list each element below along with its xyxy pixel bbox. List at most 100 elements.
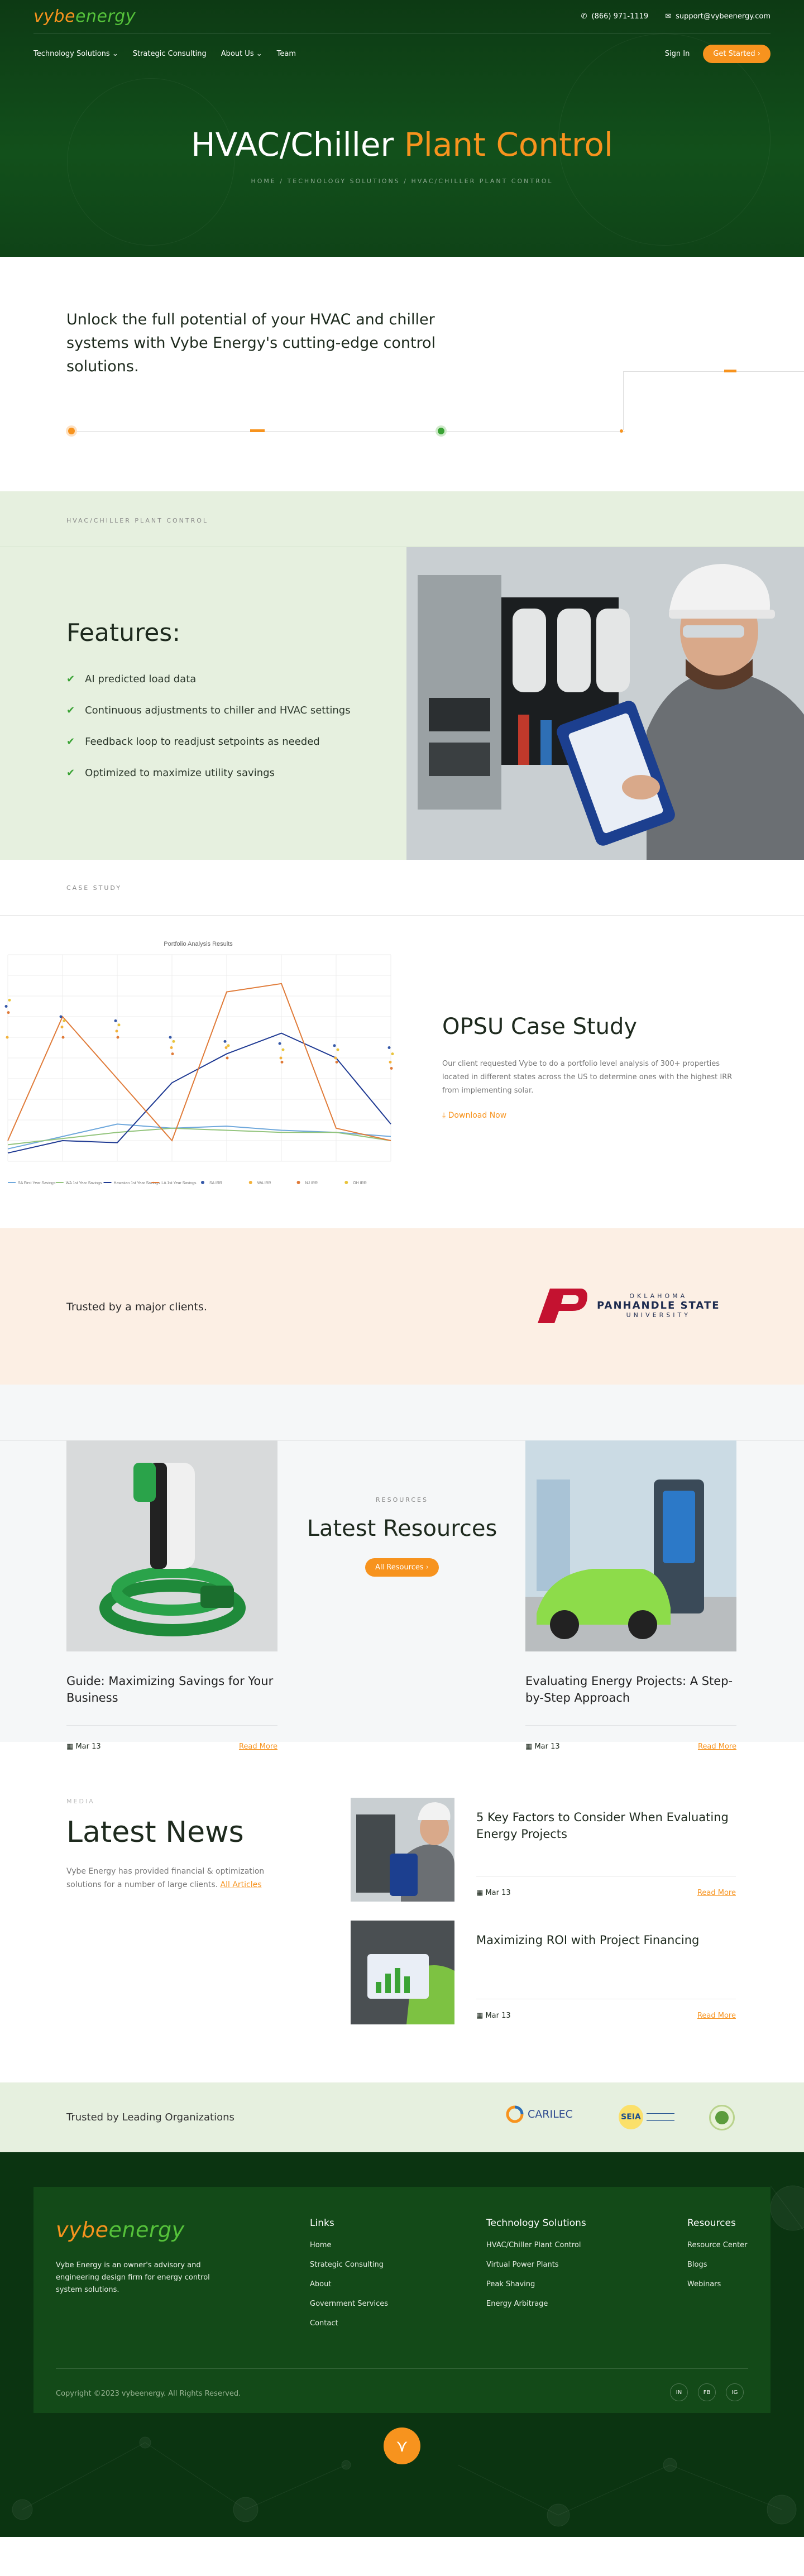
scatter-point xyxy=(59,1015,63,1018)
title-white: HVAC/Chiller xyxy=(190,126,394,164)
news-item[interactable]: Maximizing ROI with Project Financing ▦ … xyxy=(351,1921,736,2024)
features-panel: Features: ✔ AI predicted load data ✔ Conti… xyxy=(0,547,406,860)
copyright: Copyright ©2023 vybeenergy. All Rights R… xyxy=(56,2390,241,2398)
news-item[interactable]: 5 Key Factors to Consider When Evaluatin… xyxy=(351,1798,736,1902)
sign-in-link[interactable]: Sign In xyxy=(665,50,690,58)
news-title: Latest News xyxy=(66,1816,244,1849)
case-study-header: CASE STUDY xyxy=(0,860,804,916)
footer-link-about[interactable]: About xyxy=(310,2280,388,2288)
read-more-link[interactable]: Read More xyxy=(697,1889,736,1897)
intro-section: Unlock the full potential of your HVAC a… xyxy=(0,257,804,491)
opsu-line3: UNIVERSITY xyxy=(626,1311,691,1319)
footer-link-home[interactable]: Home xyxy=(310,2241,388,2249)
footer-link-energy-arbitrage[interactable]: Energy Arbitrage xyxy=(486,2300,586,2308)
opsu-logo: OKLAHOMA PANHANDLE STATE UNIVERSITY xyxy=(533,1285,720,1325)
scatter-point xyxy=(116,1036,119,1039)
trusted-client-section: Trusted by a major clients. OKLAHOMA PAN… xyxy=(0,1228,804,1385)
ev-charger-cable-illustration xyxy=(66,1440,277,1651)
scatter-point xyxy=(171,1052,174,1056)
footer-link-resource-center[interactable]: Resource Center xyxy=(687,2241,748,2249)
arrow-right-icon: › xyxy=(425,1563,429,1572)
title-orange: Plant Control xyxy=(404,126,614,164)
all-articles-link[interactable]: All Articles xyxy=(221,1880,262,1889)
seia-logo: SEIA xyxy=(619,2105,674,2129)
email-link[interactable]: ✉ support@vybeenergy.com xyxy=(665,12,770,21)
resource-image xyxy=(525,1440,736,1651)
legend-label: WA IRR xyxy=(257,1181,271,1185)
footer-link-hvac[interactable]: HVAC/Chiller Plant Control xyxy=(486,2241,586,2249)
features-list: ✔ AI predicted load data ✔ Continuous adju… xyxy=(66,673,351,798)
nav-about-us[interactable]: About Us ⌄ xyxy=(221,50,262,58)
case-study-section: Portfolio Analysis Results SA First Year… xyxy=(0,916,804,1228)
news-date: ▦ Mar 13 xyxy=(476,1889,511,1897)
nav-label: About Us xyxy=(221,49,254,58)
scatter-point xyxy=(336,1048,339,1051)
logo[interactable]: vybeenergy xyxy=(34,7,136,26)
scatter-point xyxy=(8,998,11,1002)
scatter-point xyxy=(279,1056,283,1060)
timeline-line xyxy=(66,431,625,432)
feature-item: ✔ Feedback loop to readjust setpoints as … xyxy=(66,736,351,748)
scatter-point xyxy=(224,1046,228,1049)
nav-label: Technology Solutions xyxy=(34,49,110,58)
opsu-line1: OKLAHOMA xyxy=(629,1292,688,1300)
footer-about: Vybe Energy is an owner's advisory and e… xyxy=(56,2261,210,2294)
resource-card[interactable]: Guide: Maximizing Savings for Your Busin… xyxy=(66,1440,277,1751)
seia-text: SEIA xyxy=(619,2105,643,2129)
linkedin-icon[interactable]: IN xyxy=(670,2383,688,2401)
scatter-point xyxy=(227,1044,230,1047)
resources-title: Latest Resources xyxy=(307,1516,497,1541)
resource-title: Evaluating Energy Projects: A Step-by-St… xyxy=(525,1674,733,1704)
all-resources-button[interactable]: All Resources › xyxy=(365,1558,439,1577)
footer-link-peak-shaving[interactable]: Peak Shaving xyxy=(486,2280,586,2288)
footer-link-blogs[interactable]: Blogs xyxy=(687,2261,748,2269)
instagram-icon[interactable]: IG xyxy=(726,2383,744,2401)
legend-swatch xyxy=(296,1181,300,1184)
feature-text: Optimized to maximize utility savings xyxy=(85,767,275,779)
scroll-top-button[interactable]: ⋎ xyxy=(384,2427,420,2464)
footer-logo[interactable]: vybeenergy xyxy=(56,2218,185,2242)
legend-label: WA 1st Year Savings xyxy=(66,1181,102,1185)
scatter-point xyxy=(114,1019,117,1022)
get-started-label: Get Started xyxy=(713,49,755,58)
get-started-button[interactable]: Get Started › xyxy=(703,44,770,63)
footer-divider xyxy=(56,2368,748,2369)
series-line xyxy=(7,1127,391,1146)
nav-technology-solutions[interactable]: Technology Solutions ⌄ xyxy=(34,50,118,58)
features-title: Features: xyxy=(66,619,181,647)
trusted-text: Trusted by a major clients. xyxy=(66,1301,207,1313)
resource-card[interactable]: Evaluating Energy Projects: A Step-by-St… xyxy=(525,1440,736,1751)
resources-tag: RESOURCES xyxy=(376,1496,428,1504)
opsu-text: OKLAHOMA PANHANDLE STATE UNIVERSITY xyxy=(597,1292,720,1319)
timeline-dot xyxy=(68,428,75,434)
logo-part1: vybe xyxy=(56,2218,109,2242)
footer-link-vpp[interactable]: Virtual Power Plants xyxy=(486,2261,586,2269)
nav-strategic-consulting[interactable]: Strategic Consulting xyxy=(133,50,207,58)
logo-part2: energy xyxy=(75,7,136,26)
arrow-right-icon: › xyxy=(757,49,760,58)
footer-link-contact[interactable]: Contact xyxy=(310,2319,388,2328)
calendar-icon: ▦ xyxy=(476,2012,484,2020)
timeline-dot xyxy=(438,428,444,434)
phone-icon: ✆ xyxy=(581,12,587,21)
facebook-icon[interactable]: FB xyxy=(698,2383,716,2401)
opsu-line2: PANHANDLE STATE xyxy=(597,1299,720,1311)
legend-label: OH IRR xyxy=(353,1181,367,1185)
feature-text: Feedback loop to readjust setpoints as n… xyxy=(85,736,320,748)
footer-col-title: Resources xyxy=(687,2218,736,2229)
features-section: Features: ✔ AI predicted load data ✔ Conti… xyxy=(0,547,804,860)
news-thumbnail xyxy=(351,1798,454,1902)
footer-link-webinars[interactable]: Webinars xyxy=(687,2280,748,2288)
footer-link-government-services[interactable]: Government Services xyxy=(310,2300,388,2308)
chevron-down-icon: ⌄ xyxy=(112,49,118,58)
footer-col-title: Links xyxy=(310,2218,334,2229)
download-link[interactable]: ⤓ Download Now xyxy=(442,1111,506,1120)
chevron-down-icon: ⌄ xyxy=(256,49,262,58)
leading-orgs-section: Trusted by Leading Organizations CARILEC… xyxy=(0,2082,804,2152)
phone-link[interactable]: ✆ (866) 971-1119 xyxy=(581,12,649,21)
opsu-mark xyxy=(533,1285,589,1325)
read-more-link[interactable]: Read More xyxy=(697,2012,736,2020)
nav-team[interactable]: Team xyxy=(277,50,296,58)
logo-part2: energy xyxy=(108,2218,185,2242)
footer-link-strategic-consulting[interactable]: Strategic Consulting xyxy=(310,2261,388,2269)
